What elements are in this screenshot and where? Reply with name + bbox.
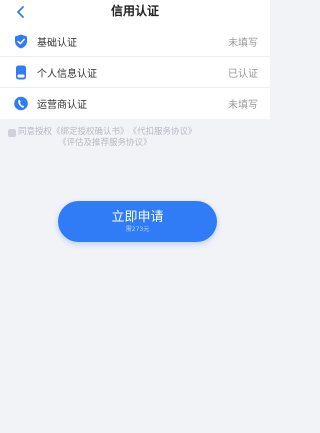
phone-handset-icon (14, 96, 28, 111)
phone-device-icon (16, 65, 26, 80)
item-label: 个人信息认证 (37, 68, 97, 80)
auth-list: 基础认证 未填写 个人信息认证 已认证 运营商认证 未填写 (0, 26, 270, 119)
page-title: 信用认证 (110, 4, 159, 18)
status-text: 未填写 (228, 100, 258, 111)
list-item-basic-auth[interactable]: 基础认证 未填写 (0, 26, 270, 57)
list-item-carrier-auth[interactable]: 运营商认证 未填写 (0, 88, 270, 119)
agreement-checkbox[interactable] (8, 128, 16, 137)
agreement-link-binding[interactable]: 《绑定授权确认书》 (52, 127, 129, 138)
shield-check-icon (15, 34, 27, 49)
agreement-link-debit-service[interactable]: 《代扣服务协议》 (129, 127, 197, 138)
status-text: 未填写 (228, 37, 258, 49)
item-label: 运营商认证 (37, 100, 87, 111)
item-label: 基础认证 (37, 37, 77, 49)
apply-button[interactable]: 立即申请 需273元 (58, 201, 217, 242)
status-text: 已认证 (228, 68, 258, 80)
agreement-link-evaluation[interactable]: 《评估及推荐服务协议》 (58, 138, 152, 148)
apply-button-sublabel: 需273元 (125, 226, 150, 233)
header-bar: 信用认证 (0, 0, 270, 26)
apply-button-label: 立即申请 (111, 210, 164, 225)
agreement-prefix: 同意授权 (18, 127, 53, 137)
agreement-section: 同意授权 《绑定授权确认书》 《代扣服务协议》 《评估及推荐服务协议》 (8, 127, 263, 149)
list-item-personal-info-auth[interactable]: 个人信息认证 已认证 (0, 57, 270, 88)
